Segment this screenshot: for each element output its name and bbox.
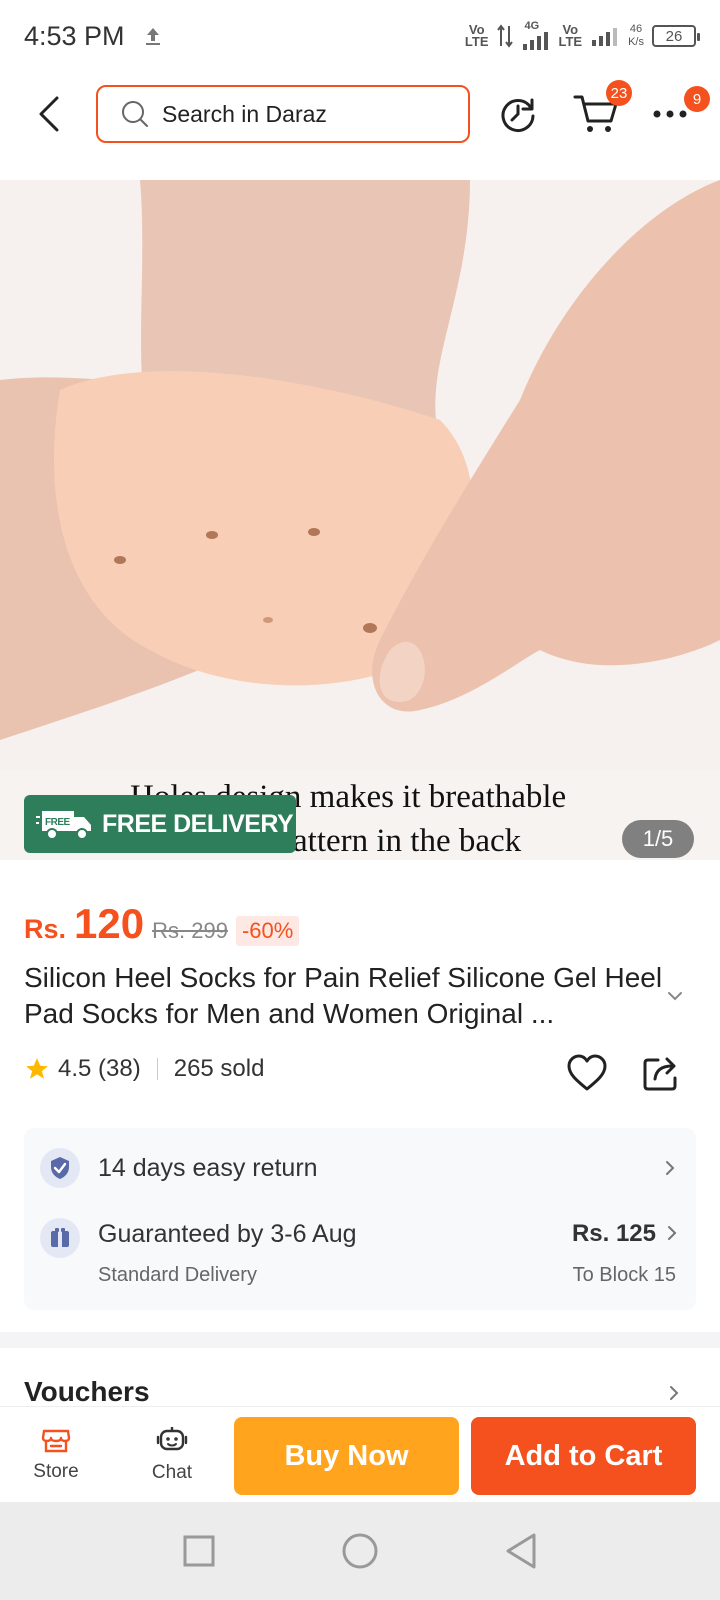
delivery-truck-icon: FREE <box>36 811 91 840</box>
original-price: Rs. 299 <box>152 918 228 943</box>
delivery-box-icon <box>40 1218 80 1258</box>
back-triangle-icon[interactable] <box>504 1532 538 1570</box>
star-icon <box>26 1058 48 1079</box>
speed-value: 46 <box>629 23 643 35</box>
cart-count-badge: 23 <box>606 80 632 106</box>
shield-check-icon <box>40 1148 80 1188</box>
free-tag-text: FREE <box>45 817 71 828</box>
upload-icon <box>145 28 160 45</box>
price-row: Rs. 120 Rs. 299 -60% <box>24 900 300 948</box>
store-icon <box>41 1429 71 1453</box>
free-delivery-badge: FREE FREE DELIVERY <box>24 795 296 853</box>
discount-badge: -60% <box>235 916 300 946</box>
system-navigation-bar <box>0 1502 720 1600</box>
battery-level: 26 <box>665 27 683 45</box>
current-price: 120 <box>74 900 145 947</box>
cart-button[interactable]: 23 <box>568 80 632 138</box>
search-input[interactable] <box>162 100 442 128</box>
chevron-down-icon[interactable] <box>666 990 684 1002</box>
volte-bottom-2: LTE <box>558 34 583 49</box>
delivery-fee: Rs. 125 <box>571 1220 656 1247</box>
search-icon <box>122 101 148 127</box>
delivery-guarantee-text: Guaranteed by 3-6 Aug <box>98 1220 357 1248</box>
buy-now-button[interactable]: Buy Now <box>234 1417 459 1495</box>
product-image-gallery[interactable]: Holes design makes it breathable attern … <box>0 180 720 860</box>
recent-apps-icon[interactable] <box>182 1534 216 1568</box>
back-button[interactable] <box>28 90 68 138</box>
store-label: Store <box>33 1461 79 1482</box>
status-right: Vo LTE 4G Vo LTE 46 K/s 26 <box>464 20 700 50</box>
network-speed: 46 K/s <box>628 23 644 49</box>
battery-icon: 26 <box>652 25 700 47</box>
chevron-right-icon <box>668 1226 677 1240</box>
price-currency: Rs. <box>24 914 67 944</box>
history-button[interactable] <box>494 90 542 138</box>
status-left: 4:53 PM <box>24 21 165 52</box>
chat-button[interactable]: Chat <box>132 1415 212 1495</box>
chat-label: Chat <box>151 1462 193 1483</box>
chevron-right-icon <box>666 1161 675 1175</box>
rating-divider <box>156 1058 158 1080</box>
share-icon[interactable] <box>642 1054 682 1092</box>
return-policy-row[interactable]: 14 days easy return <box>40 1146 676 1190</box>
heart-icon[interactable] <box>566 1054 608 1092</box>
speed-unit: K/s <box>628 36 644 48</box>
more-options-button[interactable]: 9 <box>646 86 710 138</box>
add-to-cart-button[interactable]: Add to Cart <box>471 1417 696 1495</box>
free-delivery-label: FREE DELIVERY <box>102 809 294 838</box>
sold-count: 265 sold <box>173 1055 265 1082</box>
more-count-badge: 9 <box>684 86 710 112</box>
data-arrows-icon <box>496 24 513 48</box>
volte-indicator-2: Vo LTE <box>558 23 583 49</box>
rating-value: 4.5 (38) <box>58 1055 141 1082</box>
home-circle-icon[interactable] <box>341 1532 379 1570</box>
product-title[interactable]: Silicon Heel Socks for Pain Relief Silic… <box>24 960 664 1032</box>
section-separator <box>0 1332 720 1348</box>
volte-bottom: LTE <box>464 34 489 49</box>
vouchers-heading[interactable]: Vouchers <box>24 1376 150 1408</box>
delivery-location: To Block 15 <box>572 1264 676 1286</box>
network-type: 4G <box>524 20 540 32</box>
store-button[interactable]: Store <box>16 1415 96 1495</box>
product-image <box>0 180 720 770</box>
search-bar[interactable] <box>96 85 470 143</box>
history-refresh-icon <box>501 98 535 132</box>
more-dots-icon <box>653 110 687 118</box>
bottom-action-bar: Store Chat Buy Now Add to Cart <box>0 1406 720 1502</box>
signal-strength-icon-2 <box>592 28 618 46</box>
image-page-indicator: 1/5 <box>622 820 694 858</box>
chevron-left-icon <box>39 96 59 132</box>
chevron-right-icon[interactable] <box>668 1384 680 1402</box>
top-header: 23 9 <box>0 80 720 148</box>
service-info-card: 14 days easy return Guaranteed by 3-6 Au… <box>24 1128 696 1310</box>
delivery-row[interactable]: Guaranteed by 3-6 Aug Standard Delivery … <box>40 1218 677 1298</box>
rating-row[interactable]: 4.5 (38) 265 sold <box>24 1055 264 1083</box>
status-bar: 4:53 PM Vo LTE 4G Vo LTE 46 K/s 26 <box>0 0 720 72</box>
return-policy-text: 14 days easy return <box>98 1153 318 1182</box>
status-time: 4:53 PM <box>24 20 125 51</box>
delivery-type-text: Standard Delivery <box>98 1264 257 1286</box>
volte-indicator-1: Vo LTE <box>464 23 489 49</box>
signal-strength-icon-1: 4G <box>521 20 551 50</box>
chat-bot-icon <box>156 1427 188 1451</box>
